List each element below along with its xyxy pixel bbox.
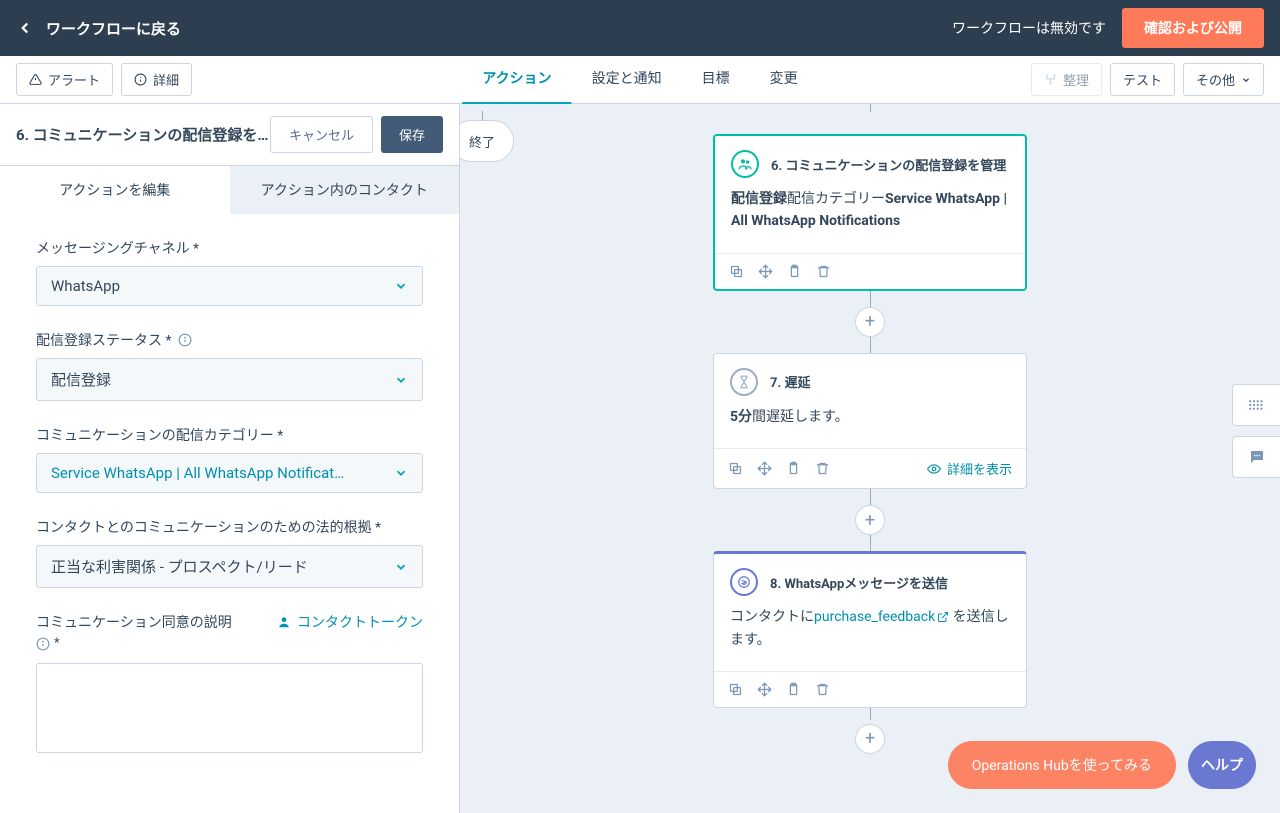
chevron-down-icon xyxy=(394,466,408,480)
back-label: ワークフローに戻る xyxy=(46,18,181,39)
status-label: 配信登録ステータス * xyxy=(36,330,423,350)
top-bar: ワークフローに戻る ワークフローは無効です 確認および公開 xyxy=(0,0,1280,56)
action-card-7[interactable]: 7. 遅延 5分間遅延します。 詳細を表示 xyxy=(713,353,1027,489)
card-8-title: 8. WhatsAppメッセージを送信 xyxy=(770,573,948,592)
consent-textarea[interactable] xyxy=(36,663,423,753)
canvas[interactable]: 終了 6. コミュニケーションの配信登録を管理 配信登録配信カテゴリーServi… xyxy=(460,104,1280,813)
clipboard-icon[interactable] xyxy=(786,461,801,476)
detail-button[interactable]: 詳細 xyxy=(121,63,192,96)
card-6-body: 配信登録配信カテゴリーService WhatsApp | All WhatsA… xyxy=(715,188,1025,253)
copy-icon[interactable] xyxy=(728,682,743,697)
card-7-body: 5分間遅延します。 xyxy=(714,406,1026,448)
chevron-left-icon xyxy=(16,19,34,37)
add-action-button[interactable]: + xyxy=(855,307,885,337)
action-card-6[interactable]: 6. コミュニケーションの配信登録を管理 配信登録配信カテゴリーService … xyxy=(713,134,1027,291)
hourglass-icon xyxy=(730,368,758,396)
panel-title: 6. コミュニケーションの配信登録を… xyxy=(16,124,269,145)
back-to-workflows[interactable]: ワークフローに戻る xyxy=(16,18,181,39)
end-node[interactable]: 終了 xyxy=(460,120,514,162)
move-icon[interactable] xyxy=(757,461,772,476)
card-6-title: 6. コミュニケーションの配信登録を管理 xyxy=(771,155,1006,174)
copy-icon[interactable] xyxy=(728,461,743,476)
move-icon[interactable] xyxy=(758,264,773,279)
publish-button[interactable]: 確認および公開 xyxy=(1122,8,1264,48)
person-icon xyxy=(277,615,291,629)
external-link-icon xyxy=(937,611,949,623)
warning-icon xyxy=(29,73,42,86)
clipboard-icon[interactable] xyxy=(786,682,801,697)
chevron-down-icon xyxy=(1241,75,1251,85)
organize-button: 整理 xyxy=(1031,63,1102,96)
save-button[interactable]: 保存 xyxy=(381,116,443,153)
cancel-button[interactable]: キャンセル xyxy=(270,116,373,153)
add-action-button[interactable]: + xyxy=(855,724,885,754)
info-icon xyxy=(134,73,147,86)
tab-change[interactable]: 変更 xyxy=(750,54,818,105)
trash-icon[interactable] xyxy=(815,461,830,476)
copy-icon[interactable] xyxy=(729,264,744,279)
tab-settings[interactable]: 設定と通知 xyxy=(572,54,682,105)
minimap-button[interactable] xyxy=(1232,384,1280,426)
move-icon[interactable] xyxy=(757,682,772,697)
panel-tab-contacts[interactable]: アクション内のコンタクト xyxy=(230,166,460,214)
contact-token-link[interactable]: コンタクトトークン xyxy=(277,612,423,632)
card-7-title: 7. 遅延 xyxy=(770,372,810,391)
comments-button[interactable] xyxy=(1232,436,1280,478)
consent-label: コミュニケーション同意の説明 xyxy=(36,615,232,631)
people-icon xyxy=(731,150,759,178)
secondary-bar: アラート 詳細 アクション 設定と通知 目標 変更 整理 テスト その他 xyxy=(0,56,1280,104)
main-tabs: アクション 設定と通知 目標 変更 xyxy=(462,54,817,105)
category-select[interactable]: Service WhatsApp | All WhatsApp Notifica… xyxy=(36,453,423,493)
side-panel: 6. コミュニケーションの配信登録を… キャンセル 保存 アクションを編集 アク… xyxy=(0,104,460,813)
category-label: コミュニケーションの配信カテゴリー * xyxy=(36,425,423,445)
help-button[interactable]: ヘルプ xyxy=(1188,741,1256,789)
eye-icon xyxy=(927,462,941,476)
legal-select[interactable]: 正当な利害関係 - プロスペクト/リード xyxy=(36,545,423,588)
trash-icon[interactable] xyxy=(815,682,830,697)
clipboard-icon[interactable] xyxy=(787,264,802,279)
chevron-down-icon xyxy=(394,279,408,293)
message-icon xyxy=(730,568,758,596)
info-icon[interactable] xyxy=(178,333,192,347)
organize-icon xyxy=(1044,73,1057,86)
operations-hub-button[interactable]: Operations Hubを使ってみる xyxy=(948,741,1176,789)
chevron-down-icon xyxy=(394,373,408,387)
status-select[interactable]: 配信登録 xyxy=(36,358,423,401)
more-button[interactable]: その他 xyxy=(1183,63,1264,96)
top-bar-right: ワークフローは無効です 確認および公開 xyxy=(952,8,1264,48)
legal-label: コンタクトとのコミュニケーションのための法的根拠 * xyxy=(36,517,423,537)
info-icon[interactable] xyxy=(36,637,50,651)
action-card-8[interactable]: 8. WhatsAppメッセージを送信 コンタクトにpurchase_feedb… xyxy=(713,551,1027,708)
test-button[interactable]: テスト xyxy=(1110,63,1175,96)
show-detail-link[interactable]: 詳細を表示 xyxy=(927,459,1012,478)
card-8-body: コンタクトにpurchase_feedback を送信します。 xyxy=(714,606,1026,671)
chevron-down-icon xyxy=(394,560,408,574)
tab-actions[interactable]: アクション xyxy=(462,54,571,105)
channel-select[interactable]: WhatsApp xyxy=(36,266,423,306)
trash-icon[interactable] xyxy=(816,264,831,279)
workflow-status: ワークフローは無効です xyxy=(952,18,1106,38)
tab-goal[interactable]: 目標 xyxy=(682,54,750,105)
panel-tab-edit[interactable]: アクションを編集 xyxy=(0,166,230,214)
alert-button[interactable]: アラート xyxy=(16,63,113,96)
channel-label: メッセージングチャネル * xyxy=(36,238,423,258)
add-action-button[interactable]: + xyxy=(855,505,885,535)
right-rail xyxy=(1232,384,1280,478)
